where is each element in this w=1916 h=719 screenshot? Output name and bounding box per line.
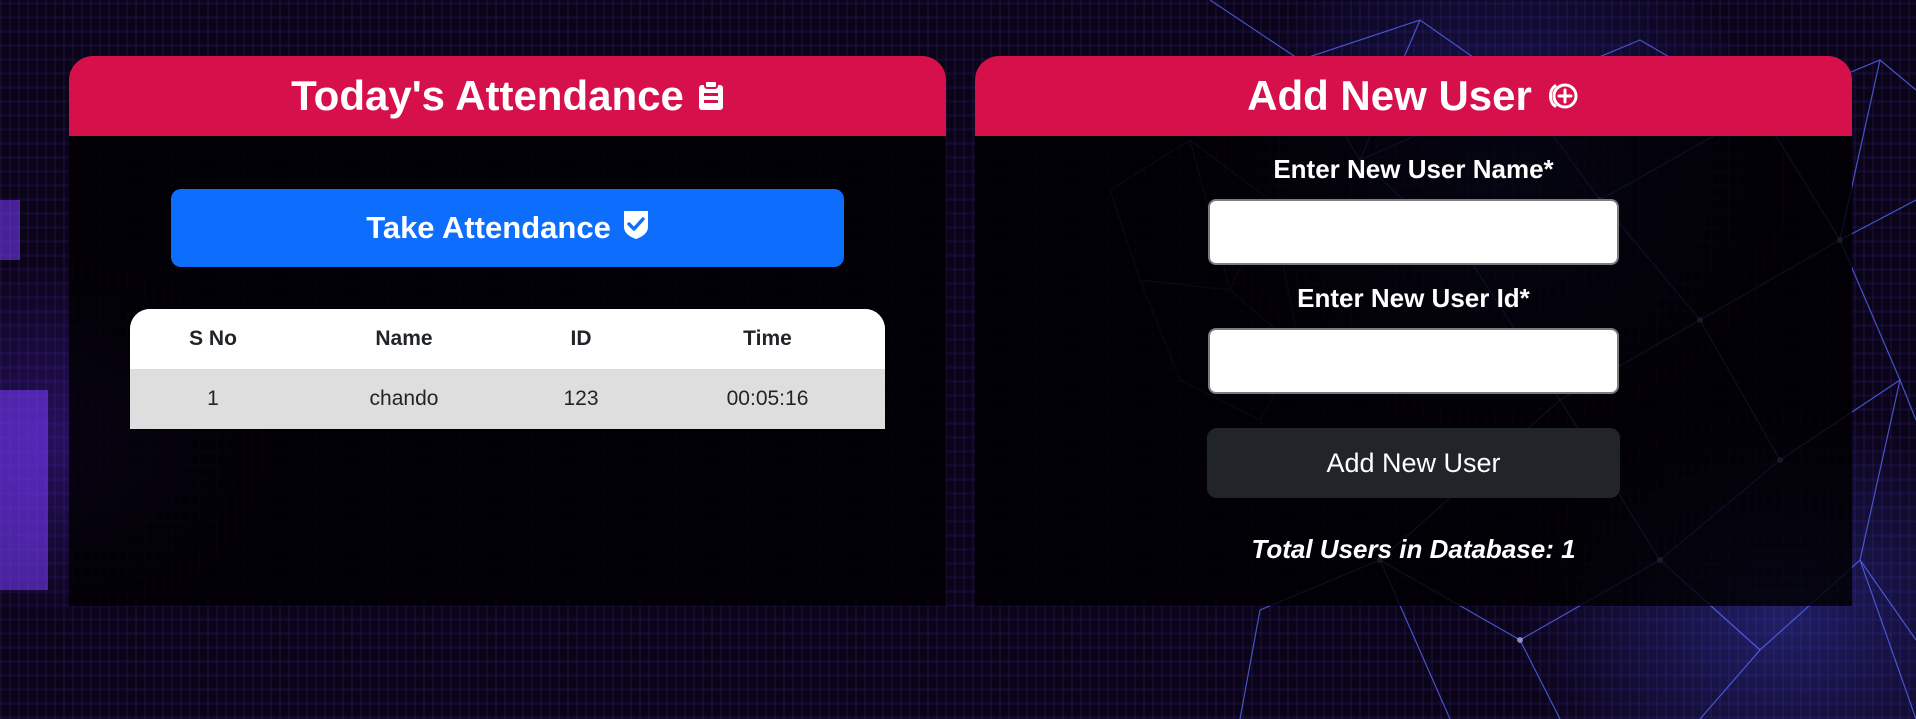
- user-name-label: Enter New User Name*: [1273, 154, 1554, 184]
- header-name: Name: [296, 309, 512, 369]
- user-id-input[interactable]: [1208, 328, 1619, 394]
- cell-time: 00:05:16: [650, 369, 885, 429]
- attendance-panel: Today's Attendance Take Attendance S No: [69, 56, 946, 606]
- add-user-form: Enter New User Name* Enter New User Id* …: [975, 136, 1852, 565]
- cell-name: chando: [296, 369, 512, 429]
- attendance-title: Today's Attendance: [291, 72, 684, 119]
- header-time: Time: [650, 309, 885, 369]
- header-id: ID: [512, 309, 650, 369]
- take-attendance-label: Take Attendance: [366, 210, 611, 245]
- add-user-panel: Add New User Enter New User Name* Enter …: [975, 56, 1852, 606]
- attendance-table: S No Name ID Time 1 chando 123 00:05:16: [130, 309, 885, 429]
- user-id-label: Enter New User Id*: [1297, 283, 1530, 313]
- total-users-text: Total Users in Database: 1: [1251, 534, 1576, 564]
- shield-check-icon: [623, 209, 649, 247]
- add-new-user-button[interactable]: Add New User: [1207, 428, 1620, 498]
- cell-sno: 1: [130, 369, 296, 429]
- user-name-input[interactable]: [1208, 199, 1619, 265]
- attendance-panel-header: Today's Attendance: [69, 56, 946, 136]
- add-user-panel-header: Add New User: [975, 56, 1852, 136]
- plus-circle-icon: [1546, 81, 1580, 111]
- table-header-row: S No Name ID Time: [130, 309, 885, 369]
- header-sno: S No: [130, 309, 296, 369]
- table-row: 1 chando 123 00:05:16: [130, 369, 885, 429]
- take-attendance-button[interactable]: Take Attendance: [171, 189, 844, 267]
- cell-id: 123: [512, 369, 650, 429]
- clipboard-icon: [698, 81, 724, 111]
- add-user-title: Add New User: [1247, 72, 1532, 119]
